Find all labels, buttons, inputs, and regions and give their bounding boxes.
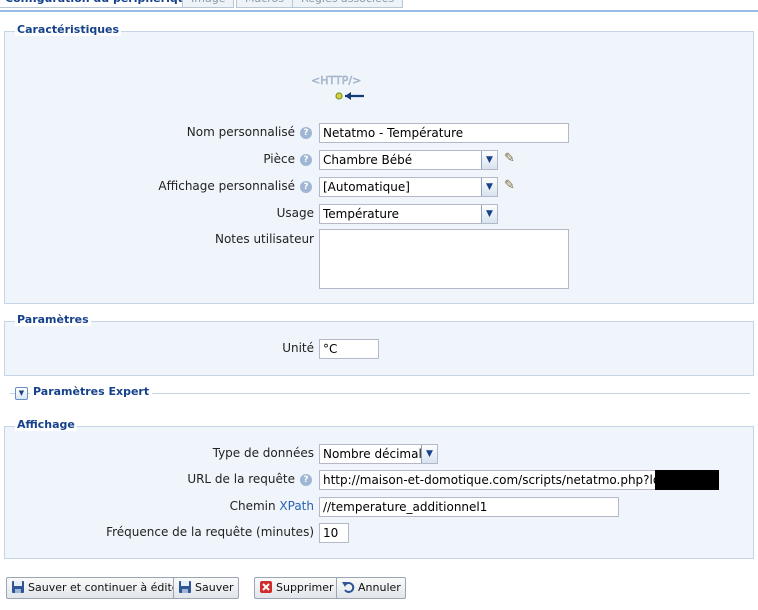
chemin-input[interactable]: //temperature_additionnel1 xyxy=(319,497,619,517)
help-icon[interactable]: ? xyxy=(300,154,312,166)
tab-image[interactable]: Image xyxy=(182,0,235,8)
save-continue-button[interactable]: Sauver et continuer à éditer xyxy=(6,577,189,599)
label-url: URL de la requête xyxy=(187,472,295,486)
expand-toggle-icon[interactable]: ▼ xyxy=(15,387,28,400)
cancel-button[interactable]: Annuler xyxy=(336,577,406,599)
tab-divider xyxy=(0,10,758,12)
type-donnees-select[interactable]: Nombre décimal ▼ xyxy=(319,444,438,464)
nom-input[interactable]: Netatmo - Température xyxy=(319,123,569,143)
notes-textarea[interactable] xyxy=(319,229,569,289)
piece-value: Chambre Bébé xyxy=(323,153,413,167)
frequence-input[interactable]: 10 xyxy=(319,523,349,543)
label-chemin: Chemin XPath xyxy=(230,496,314,516)
chevron-down-icon[interactable]: ▼ xyxy=(481,178,497,196)
tab-regles[interactable]: Règles associées xyxy=(292,0,404,8)
url-value: http://maison-et-domotique.com/scripts/n… xyxy=(323,473,689,487)
usage-value: Température xyxy=(323,207,400,221)
label-affichage: Affichage personnalisé xyxy=(158,179,295,193)
tab-macros[interactable]: Macros xyxy=(236,0,294,8)
help-icon[interactable]: ? xyxy=(300,127,312,139)
label-usage: Usage xyxy=(276,206,314,220)
help-icon[interactable]: ? xyxy=(300,474,312,486)
floppy-disk-icon xyxy=(12,581,24,593)
delete-label: Supprimer xyxy=(276,581,334,594)
redaction-block xyxy=(655,470,719,490)
xpath-link[interactable]: XPath xyxy=(279,499,314,513)
save-button[interactable]: Sauver xyxy=(173,577,239,599)
save-label: Sauver xyxy=(195,581,234,594)
label-chemin-text: Chemin xyxy=(229,499,276,513)
label-piece: Pièce xyxy=(263,152,295,166)
http-device-icon: <HTTP/> xyxy=(311,74,364,100)
help-icon[interactable]: ? xyxy=(300,181,312,193)
label-nom: Nom personnalisé xyxy=(186,125,295,139)
cancel-label: Annuler xyxy=(358,581,401,594)
panel-title-caracteristiques: Caractéristiques xyxy=(15,23,122,36)
http-logo-text: <HTTP/> xyxy=(311,74,361,87)
expert-section-title[interactable]: Paramètres Expert xyxy=(30,385,153,398)
pencil-icon[interactable]: ✎ xyxy=(504,152,518,166)
piece-select[interactable]: Chambre Bébé ▼ xyxy=(319,150,498,170)
red-x-icon xyxy=(260,581,272,593)
save-continue-label: Sauver et continuer à éditer xyxy=(28,581,184,594)
affichage-value: [Automatique] xyxy=(323,180,410,194)
label-notes: Notes utilisateur xyxy=(214,232,314,246)
floppy-disk-icon xyxy=(179,581,191,593)
pencil-icon[interactable]: ✎ xyxy=(504,179,518,193)
chevron-down-icon[interactable]: ▼ xyxy=(481,151,497,169)
panel-parametres: Paramètres xyxy=(4,313,754,376)
label-unite: Unité xyxy=(282,341,314,355)
tab-strip: Configuration du périphérique Image Macr… xyxy=(0,0,758,10)
label-frequence: Fréquence de la requête (minutes) xyxy=(106,525,314,539)
panel-title-affichage: Affichage xyxy=(15,418,77,431)
usage-select[interactable]: Température ▼ xyxy=(319,204,498,224)
delete-button[interactable]: Supprimer xyxy=(254,577,339,599)
affichage-select[interactable]: [Automatique] ▼ xyxy=(319,177,498,197)
undo-arrow-icon xyxy=(342,582,355,593)
tab-configuration[interactable]: Configuration du périphérique xyxy=(0,0,203,8)
label-type-donnees: Type de données xyxy=(212,446,314,460)
type-donnees-value: Nombre décimal xyxy=(323,447,422,461)
panel-title-parametres: Paramètres xyxy=(15,313,91,326)
chevron-down-icon[interactable]: ▼ xyxy=(481,205,497,223)
unite-input[interactable]: °C xyxy=(319,339,379,359)
chevron-down-icon[interactable]: ▼ xyxy=(421,445,437,463)
